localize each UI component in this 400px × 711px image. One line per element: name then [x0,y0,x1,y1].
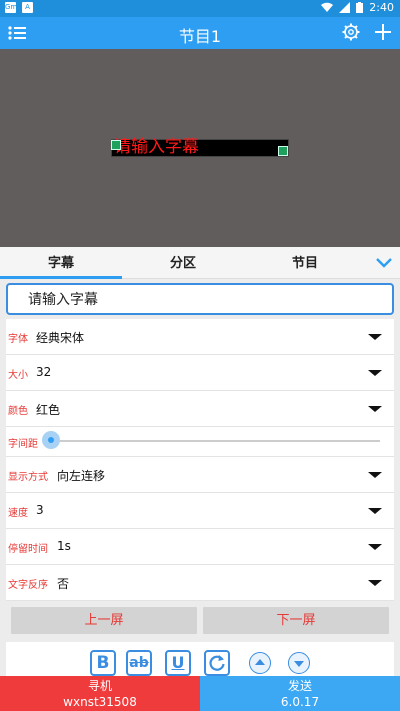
caption-input[interactable] [8,285,392,313]
notification-a-icon: A [22,2,33,13]
gear-icon[interactable] [342,23,360,41]
dropdown-arrow-icon[interactable] [368,472,382,478]
tab-bar: 字幕 分区 节目 [0,247,400,279]
resize-handle-bottom-right[interactable] [278,146,288,156]
display-mode-value: 向左连移 [57,469,106,483]
spacing-row: 字间距 [6,427,394,457]
notification-gm-icon: Gm [5,2,18,13]
status-bar: Gm A 2:40 [0,0,400,17]
spacing-label: 字间距 [8,439,38,450]
reverse-value: 否 [57,577,70,591]
find-device-title: 寻机 [87,679,112,693]
dropdown-arrow-icon[interactable] [368,406,382,412]
font-value: 经典宋体 [36,331,85,345]
rotate-button[interactable] [204,650,230,676]
resize-handle-top-left[interactable] [111,140,121,150]
rotate-icon [209,655,225,671]
underline-button[interactable]: U [165,650,191,676]
pause-time-value: 1s [57,539,71,553]
display-mode-row[interactable]: 显示方式 向左连移 [6,457,394,493]
arrow-up-icon [255,659,265,665]
dropdown-arrow-icon[interactable] [368,334,382,340]
dropdown-arrow-icon[interactable] [368,508,382,514]
size-row[interactable]: 大小 32 [6,355,394,391]
tab-program[interactable]: 节目 [244,247,366,279]
next-screen-button[interactable]: 下一屏 [203,607,389,634]
reverse-row[interactable]: 文字反序 否 [6,565,394,601]
caption-preview-text: 请输入字幕 [114,137,199,157]
version-label: 6.0.17 [280,695,320,709]
color-label: 颜色 [8,406,28,417]
reverse-label: 文字反序 [8,580,48,591]
underline-label: U [171,653,185,672]
chevron-down-icon[interactable] [375,256,393,270]
font-label: 字体 [8,334,28,345]
move-up-button[interactable] [249,652,271,674]
page-title: 节目1 [178,27,222,46]
find-device-button[interactable]: 寻机 wxnst31508 [0,676,200,711]
wifi-icon [321,2,334,12]
active-tab-indicator [0,276,122,279]
device-id: wxnst31508 [63,695,137,709]
caption-input-box[interactable] [6,283,394,315]
app-bar: 节目1 [0,17,400,49]
font-row[interactable]: 字体 经典宋体 [6,319,394,355]
speed-row[interactable]: 速度 3 [6,493,394,529]
size-label: 大小 [8,370,28,381]
prev-screen-button[interactable]: 上一屏 [11,607,197,634]
strikethrough-label: ab [129,655,149,671]
bold-button[interactable]: B [90,650,116,676]
color-value: 红色 [36,403,61,417]
size-value: 32 [36,365,52,379]
dropdown-arrow-icon[interactable] [368,580,382,586]
arrow-down-icon [294,661,304,667]
spacing-slider-track[interactable] [48,440,380,442]
display-mode-label: 显示方式 [8,472,48,483]
battery-icon [356,2,364,13]
pause-time-row[interactable]: 停留时间 1s [6,529,394,565]
dropdown-arrow-icon[interactable] [368,370,382,376]
format-toolbar [6,642,394,676]
move-down-button[interactable] [288,652,310,674]
speed-value: 3 [36,503,44,517]
pause-time-label: 停留时间 [8,544,48,555]
spacing-slider-thumb[interactable] [42,431,60,449]
send-button[interactable]: 发送 6.0.17 [200,676,400,711]
dropdown-arrow-icon[interactable] [368,544,382,550]
tab-caption[interactable]: 字幕 [0,247,122,279]
plus-icon[interactable] [374,23,392,41]
speed-label: 速度 [8,508,28,519]
tab-partition[interactable]: 分区 [122,247,244,279]
signal-icon [339,2,351,13]
status-time: 2:40 [369,1,394,14]
send-title: 发送 [287,679,312,693]
color-row[interactable]: 颜色 红色 [6,391,394,427]
strikethrough-button[interactable]: ab [126,650,152,676]
